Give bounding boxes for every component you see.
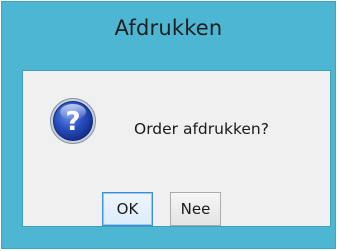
no-button[interactable]: Nee (170, 192, 221, 226)
svg-text:?: ? (65, 107, 80, 137)
window-title: Afdrukken (114, 16, 223, 40)
message-panel: ? Order afdrukken? (23, 71, 330, 167)
question-icon: ? (49, 97, 97, 145)
dialog-body: ? Order afdrukken? OK Nee (22, 70, 331, 227)
ok-button[interactable]: OK (102, 192, 153, 226)
dialog-window: Afdrukken ? Order afdrukken? OK Nee (1, 1, 336, 249)
dialog-message: Order afdrukken? (134, 120, 269, 138)
title-bar[interactable]: Afdrukken (2, 2, 335, 42)
